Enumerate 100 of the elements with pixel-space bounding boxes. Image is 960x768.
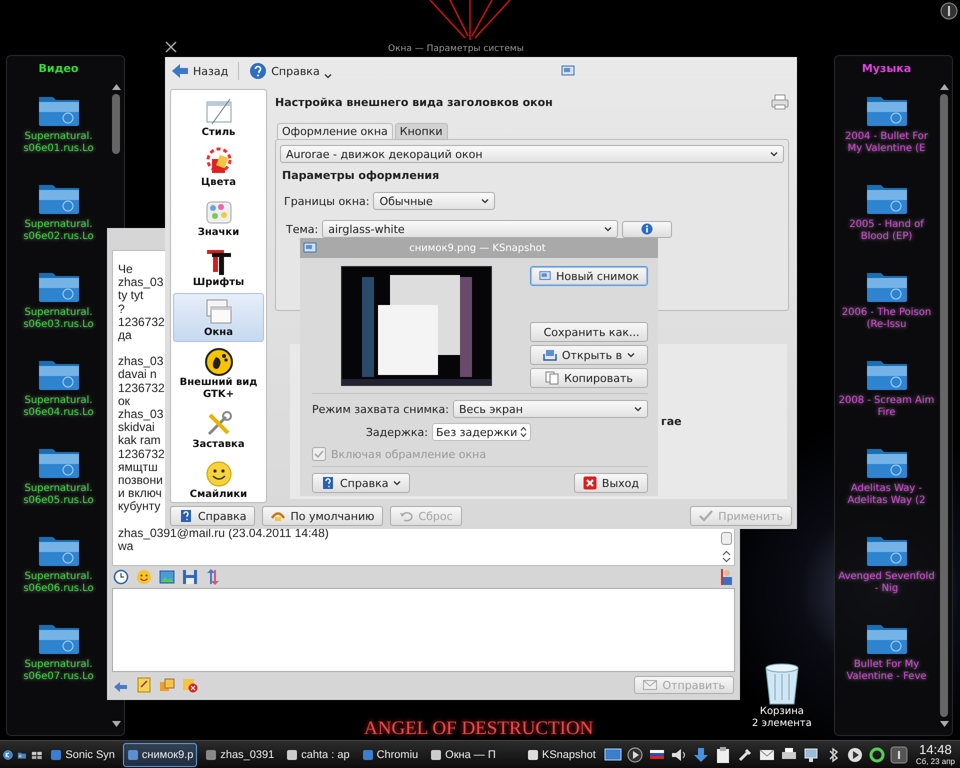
- folder-item[interactable]: 2004 - Bullet For My Valentine (E: [836, 93, 936, 181]
- scrollbar-thumb[interactable]: [720, 532, 732, 545]
- scrollbar-thumb[interactable]: [112, 94, 120, 154]
- task-button[interactable]: Sonic Syn: [46, 742, 119, 766]
- folder-item[interactable]: 2008 - Scream Aim Fire: [836, 357, 936, 445]
- folder-item[interactable]: Supernatural. s06e05.rus.Lo: [8, 445, 108, 533]
- action-button[interactable]: Копировать: [530, 368, 648, 388]
- scrollbar-thumb[interactable]: [940, 94, 948, 717]
- scroll-down-icon: [722, 557, 730, 563]
- category-item[interactable]: Заставка: [173, 405, 264, 454]
- folder-item[interactable]: Bullet For My Valentine - Feve: [836, 621, 936, 709]
- folder-item[interactable]: Supernatural. s06e07.rus.Lo: [8, 621, 108, 709]
- folder-item[interactable]: Supernatural. s06e02.rus.Lo: [8, 181, 108, 269]
- folder-item[interactable]: Supernatural. s06e06.rus.Lo: [8, 533, 108, 621]
- footer-button[interactable]: Справка: [170, 506, 256, 526]
- smiley-icon[interactable]: [136, 569, 152, 585]
- trash-count: 2 элемента: [752, 718, 812, 730]
- quit-button[interactable]: Выход: [574, 473, 648, 493]
- category-item[interactable]: Стиль: [173, 93, 264, 142]
- caret-icon: [481, 198, 490, 204]
- category-item[interactable]: Цвета: [173, 143, 264, 192]
- folder-item[interactable]: Adelitas Way - Adelitas Way (2: [836, 445, 936, 533]
- copy-icon: [545, 371, 560, 385]
- task-button[interactable]: снимок9.p: [122, 742, 198, 766]
- help-menu-button[interactable]: Справка: [246, 60, 335, 82]
- category-item[interactable]: Смайлики: [173, 455, 264, 504]
- app-icon: [205, 748, 218, 760]
- action-button[interactable]: Сохранить как...: [530, 322, 648, 342]
- play-icon[interactable]: [626, 746, 644, 764]
- delay-spinbox[interactable]: Без задержки: [432, 423, 532, 441]
- caret-icon: [393, 480, 402, 486]
- category-item[interactable]: Окна: [173, 293, 264, 342]
- message-line: zhas_03: [118, 276, 164, 290]
- download-icon[interactable]: [692, 746, 710, 764]
- capture-mode-dropdown[interactable]: Весь экран: [453, 400, 648, 418]
- new-screenshot-icon: [539, 270, 552, 282]
- theme-dropdown[interactable]: airglass-white: [322, 220, 618, 238]
- info-icon: [641, 223, 654, 235]
- network-icon[interactable]: [802, 746, 820, 764]
- task-button[interactable]: zhas_0391: [201, 742, 278, 766]
- field-label: Режим захвата снимка:: [312, 402, 450, 416]
- category-item[interactable]: Значки: [173, 193, 264, 242]
- folder-item[interactable]: Supernatural. s06e03.rus.Lo: [8, 269, 108, 357]
- task-button[interactable]: Окна — П: [426, 742, 500, 766]
- quit-icon: [582, 476, 597, 490]
- message-line: 1236732: [118, 448, 165, 461]
- media-player-icon[interactable]: [846, 746, 864, 764]
- info-button[interactable]: [622, 220, 672, 238]
- folder-item[interactable]: 2006 - The Poison (Re-Issu: [836, 269, 936, 357]
- action-button[interactable]: Новый снимок: [530, 266, 648, 286]
- scroll-up-icon: [940, 84, 948, 90]
- help-menu-button[interactable]: Справка: [312, 473, 410, 493]
- picture-icon[interactable]: [159, 569, 175, 585]
- back-button[interactable]: Назад: [168, 61, 232, 81]
- app-icon: [362, 748, 374, 760]
- spin-arrows-icon: [520, 426, 528, 438]
- printer-icon: [771, 94, 789, 110]
- folder-item[interactable]: 2005 - Hand of Blood (EP): [836, 181, 936, 269]
- task-button[interactable]: cahta : ap: [282, 742, 354, 766]
- close-icon[interactable]: [165, 41, 177, 53]
- floppy-icon[interactable]: [182, 569, 198, 585]
- transfer-icon[interactable]: [205, 569, 221, 585]
- folder-item[interactable]: Supernatural. s06e01.rus.Lo: [8, 93, 108, 181]
- help-book-icon: [321, 476, 335, 490]
- category-item[interactable]: Внешний вид GTK+: [173, 343, 264, 404]
- folder-item[interactable]: Supernatural. s06e04.rus.Lo: [8, 357, 108, 445]
- clock-icon[interactable]: [113, 569, 129, 585]
- tag-cards-icon[interactable]: [159, 677, 175, 693]
- window-title: Окна — Параметры системы: [388, 44, 524, 54]
- message-input[interactable]: [112, 588, 735, 672]
- notepad-icon[interactable]: [136, 677, 152, 693]
- clock[interactable]: 14:48 Сб, 23 апр: [916, 742, 955, 766]
- field-label: Тема:: [286, 222, 318, 236]
- card-remove-icon[interactable]: [182, 677, 198, 693]
- app-icon: [286, 748, 298, 760]
- monitor-icon[interactable]: [604, 746, 622, 764]
- footer-button[interactable]: По умолчанию: [262, 506, 384, 526]
- tab[interactable]: Кнопки: [394, 123, 448, 139]
- app-icon: [527, 748, 539, 760]
- person-icon[interactable]: [720, 569, 734, 585]
- folder-item[interactable]: Avenged Sevenfold - Nig: [836, 533, 936, 621]
- app-icon: [430, 748, 442, 760]
- undo-icon: [399, 510, 414, 522]
- tab[interactable]: Оформление окна: [277, 123, 393, 139]
- border-size-dropdown[interactable]: Обычные: [373, 192, 496, 210]
- field-label: Задержка:: [364, 426, 428, 438]
- scroll-up-icon: [722, 550, 730, 556]
- scroll-down-icon: [112, 721, 120, 727]
- field-label: Границы окна:: [284, 194, 370, 208]
- checkmark-icon: [699, 510, 714, 522]
- wallpaper-title: ANGEL OF DESTRUCTION: [364, 718, 594, 740]
- trash-label: Корзина: [760, 706, 804, 718]
- message-line: zhas_03: [118, 355, 164, 368]
- category-item[interactable]: Шрифты: [173, 243, 264, 292]
- message-line: 1236732: [118, 316, 165, 330]
- task-button[interactable]: Chromiu: [358, 742, 422, 766]
- window-icon: [303, 242, 317, 254]
- decoration-dropdown[interactable]: Aurorae - движок декораций окон: [280, 145, 784, 163]
- task-button[interactable]: KSnapshot: [523, 742, 600, 766]
- action-button[interactable]: Открыть в: [530, 345, 648, 365]
